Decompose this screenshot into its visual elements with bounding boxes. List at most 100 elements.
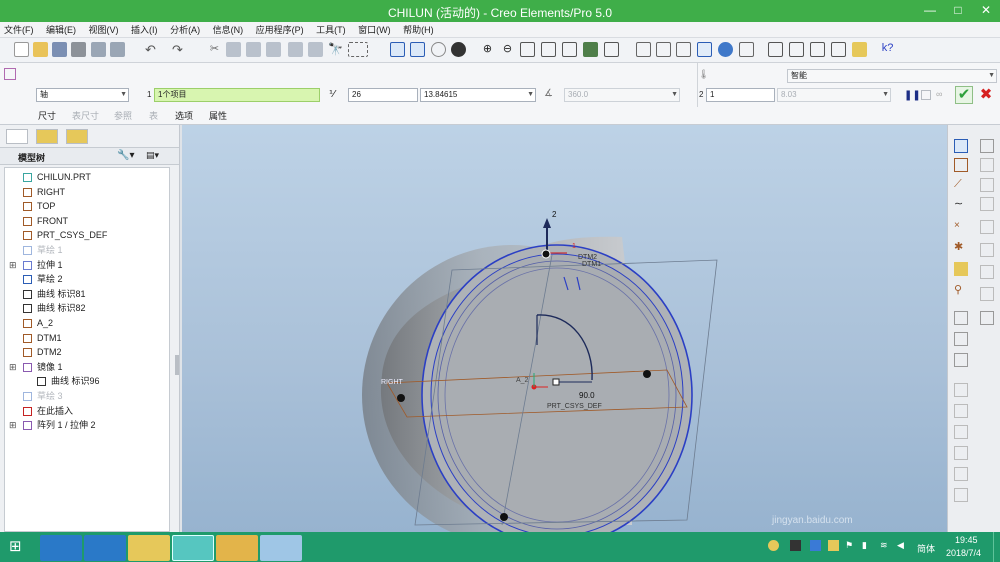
angle-range-field[interactable]: 360.0 ▼ — [564, 88, 680, 102]
axis-display-icon[interactable] — [789, 42, 804, 57]
notepad-app-icon[interactable] — [260, 535, 302, 561]
tree-item[interactable]: FRONT — [5, 214, 169, 228]
tree-settings-icon[interactable]: 🔧▾ — [117, 150, 139, 163]
increment-field[interactable]: 13.84615 ▼ — [420, 88, 536, 102]
chamfer-tool-icon[interactable] — [980, 243, 994, 257]
sketch-tool-icon[interactable] — [954, 139, 968, 153]
angle-dimension[interactable]: 90.0 — [579, 391, 595, 400]
extrude-tool-icon[interactable] — [954, 311, 968, 325]
revolve-tool-icon[interactable] — [954, 332, 968, 346]
pattern-type-select[interactable]: 轴 ▼ — [36, 88, 129, 102]
csys-tool-icon[interactable]: ✱ — [954, 240, 968, 254]
zoom-in-icon[interactable]: ⊕ — [480, 42, 495, 57]
menu-file[interactable]: 文件(F) — [0, 22, 38, 38]
tab-options[interactable]: 选项 — [175, 109, 193, 122]
view-manager-icon[interactable] — [604, 42, 619, 57]
angle-range-icon[interactable]: ∡ — [544, 88, 558, 101]
reference-collector[interactable]: 1个项目 — [154, 88, 320, 102]
paste-special-icon[interactable] — [266, 42, 281, 57]
csys-display-icon[interactable] — [831, 42, 846, 57]
blend-tool-icon[interactable] — [954, 383, 968, 397]
datum-point-3[interactable] — [500, 513, 508, 521]
favorites-tab-icon[interactable] — [66, 129, 88, 144]
graphics-window[interactable]: 2 1 DTM2 DTM1 RIGHT PRT_CSYS_DEF A_2 90.… — [182, 125, 947, 532]
tree-show-icon[interactable]: ▤▾ — [146, 150, 168, 163]
explorer-app-icon[interactable] — [216, 535, 258, 561]
expand-toggle-icon[interactable]: ⊞ — [9, 418, 17, 432]
tree-item[interactable]: 草绘 3 — [5, 389, 169, 403]
layers-icon[interactable] — [583, 42, 598, 57]
analysis-feature-icon[interactable] — [954, 262, 968, 276]
second-count-field[interactable]: 1 — [706, 88, 775, 102]
appearance-icon[interactable] — [718, 42, 733, 57]
tab-table[interactable]: 表 — [149, 109, 158, 122]
clock-date[interactable]: 2018/7/4 — [946, 548, 981, 558]
tree-item[interactable]: 草绘 1 — [5, 243, 169, 257]
datum-point-2[interactable] — [397, 394, 405, 402]
offset-tool-icon[interactable] — [954, 488, 968, 502]
tab-references[interactable]: 参照 — [114, 109, 132, 122]
edge-tool-icon[interactable] — [980, 265, 994, 279]
tray-security-icon[interactable] — [828, 540, 839, 551]
sketch-display-icon[interactable] — [410, 42, 425, 57]
menu-window[interactable]: 窗口(W) — [354, 22, 395, 38]
tree-item[interactable]: DTM2 — [5, 345, 169, 359]
tray-network-icon[interactable]: ▮ — [862, 540, 873, 551]
refit-icon[interactable] — [520, 42, 535, 57]
panel-splitter-handle[interactable] — [175, 355, 179, 375]
model-tree-tab-icon[interactable] — [6, 129, 28, 144]
tray-flag-icon[interactable]: ⚑ — [845, 540, 856, 551]
regen-manager-icon[interactable] — [308, 42, 323, 57]
expand-toggle-icon[interactable]: ⊞ — [9, 360, 17, 374]
datum-tools-icon[interactable]: ⚲ — [954, 283, 968, 297]
tray-chrome-icon[interactable] — [768, 540, 779, 551]
datum-curve-tool-icon[interactable]: ∼ — [954, 197, 968, 211]
tree-item[interactable]: DTM1 — [5, 331, 169, 345]
tree-item[interactable]: TOP — [5, 199, 169, 213]
expand-toggle-icon[interactable]: ⊞ — [9, 258, 17, 272]
folder-browser-tab-icon[interactable] — [36, 129, 58, 144]
tree-item[interactable]: 曲线 标识96 — [5, 374, 169, 388]
shading-icon[interactable] — [697, 42, 712, 57]
close-button[interactable]: ✕ — [972, 0, 1000, 22]
new-file-icon[interactable] — [14, 42, 29, 57]
surface-tool-icon[interactable] — [980, 287, 994, 301]
mirror-tool-icon[interactable] — [954, 467, 968, 481]
filter-select[interactable]: 智能 ▼ — [787, 69, 997, 83]
tree-item[interactable]: RIGHT — [5, 185, 169, 199]
tree-item[interactable]: ⊞ 拉伸 1 — [5, 258, 169, 272]
tray-wifi-icon[interactable]: ≋ — [880, 540, 891, 551]
paste-icon[interactable] — [246, 42, 261, 57]
model-display-icon[interactable] — [739, 42, 754, 57]
preview-checkbox[interactable] — [921, 90, 931, 100]
menu-view[interactable]: 视图(V) — [85, 22, 123, 38]
regenerate-icon[interactable] — [288, 42, 303, 57]
ime-indicator[interactable]: 简体 — [917, 542, 935, 555]
minimize-button[interactable]: — — [916, 0, 944, 22]
tray-bluetooth-icon[interactable] — [810, 540, 821, 551]
plane-display-icon[interactable] — [768, 42, 783, 57]
tab-properties[interactable]: 属性 — [209, 109, 227, 122]
display-style-icon[interactable] — [451, 42, 466, 57]
hole-tool-icon[interactable] — [980, 139, 994, 153]
clock-time[interactable]: 19:45 — [955, 535, 978, 545]
tray-volume-icon[interactable]: ◀ — [897, 540, 908, 551]
select-box-icon[interactable] — [348, 42, 368, 57]
second-spacing-field[interactable]: 8.03 ▼ — [777, 88, 891, 102]
tree-item[interactable]: 曲线 标识82 — [5, 301, 169, 315]
menu-analysis[interactable]: 分析(A) — [166, 22, 204, 38]
paint-app-icon[interactable] — [128, 535, 170, 561]
tree-item[interactable]: ⊞ 阵列 1 / 拉伸 2 — [5, 418, 169, 432]
menu-applications[interactable]: 应用程序(P) — [252, 22, 308, 38]
tray-nvidia-icon[interactable] — [790, 540, 801, 551]
rib-tool-icon[interactable] — [980, 178, 994, 192]
accept-icon[interactable]: ✔ — [955, 86, 973, 104]
print-icon[interactable] — [71, 42, 86, 57]
cut-icon[interactable]: ✂ — [207, 42, 222, 57]
menu-tools[interactable]: 工具(T) — [312, 22, 350, 38]
no-hidden-icon[interactable] — [676, 42, 691, 57]
send-email-icon[interactable] — [91, 42, 106, 57]
datum-plane-tool-icon[interactable] — [954, 158, 968, 172]
tree-item[interactable]: CHILUN.PRT — [5, 170, 169, 184]
pause-icon[interactable]: ❚❚ — [904, 90, 921, 101]
